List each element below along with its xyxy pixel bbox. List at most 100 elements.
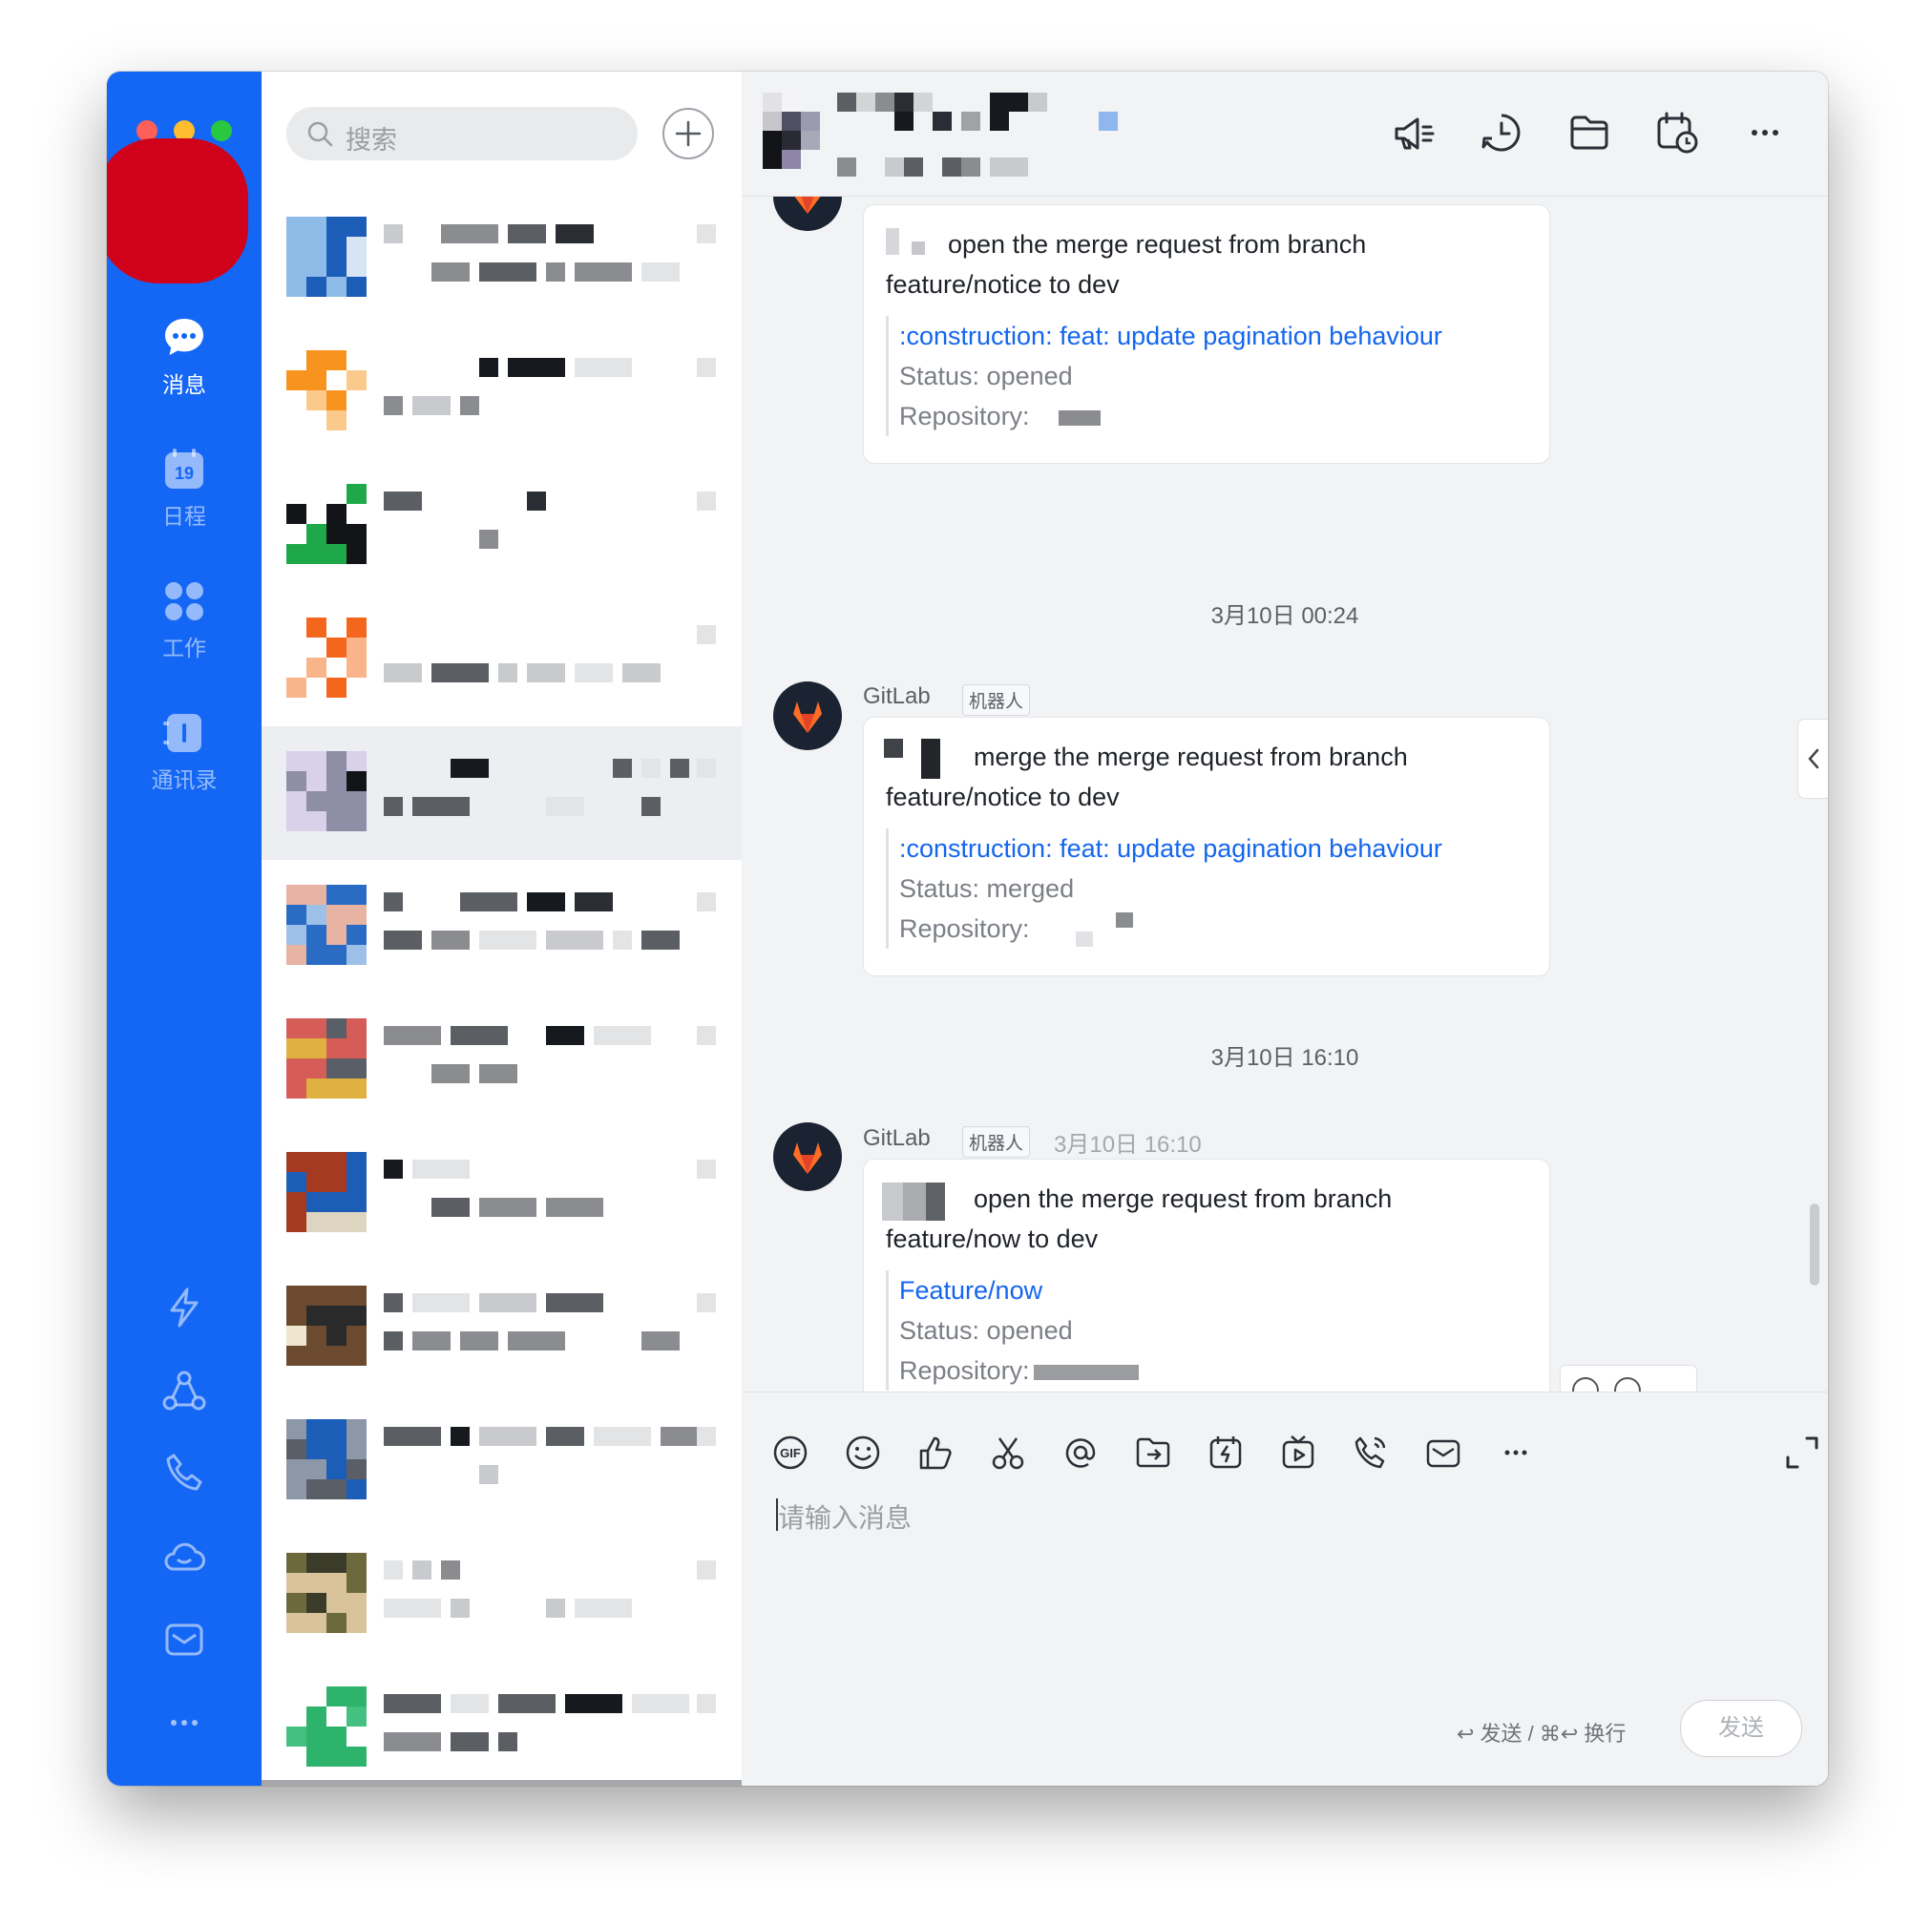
sender-name[interactable]: GitLab	[863, 683, 931, 710]
avatar-pixel	[326, 1306, 346, 1326]
message-input[interactable]: 请输入消息	[778, 1497, 912, 1536]
email-icon[interactable]	[1421, 1431, 1465, 1475]
conversation-item[interactable]	[262, 1127, 742, 1261]
avatar-pixel	[346, 350, 367, 370]
gitlab-avatar[interactable]	[773, 197, 842, 231]
message-reaction-bar[interactable]	[1560, 1365, 1697, 1392]
conversation-avatar	[286, 1419, 367, 1499]
avatar-pixel	[346, 277, 367, 297]
conversation-item[interactable]	[262, 459, 742, 593]
quick-action-icon[interactable]	[1204, 1431, 1248, 1475]
conversation-item[interactable]	[262, 325, 742, 459]
send-button[interactable]: 发送	[1680, 1700, 1802, 1757]
conversation-item[interactable]	[262, 1528, 742, 1662]
redacted-title-pixel	[1009, 157, 1028, 177]
redacted-text-block	[641, 1331, 680, 1350]
mr-link[interactable]: :construction: feat: update pagination b…	[899, 828, 1472, 869]
org-network-icon[interactable]	[160, 1367, 208, 1414]
schedule-icon[interactable]	[1652, 108, 1702, 157]
thumbs-up-icon[interactable]	[914, 1431, 957, 1475]
avatar-pixel	[326, 1172, 346, 1192]
conversation-item[interactable]	[262, 860, 742, 994]
conversation-item[interactable]	[262, 994, 742, 1127]
redacted-text-block	[451, 759, 489, 778]
announcement-icon[interactable]	[1389, 108, 1438, 157]
conversation-item[interactable]	[262, 192, 742, 325]
zoom-window-button[interactable]	[211, 120, 232, 141]
mail-icon[interactable]	[160, 1616, 208, 1664]
nav-item-work[interactable]: 工作	[107, 578, 262, 662]
avatar-pixel	[346, 1192, 367, 1212]
more-dots-icon[interactable]	[160, 1699, 208, 1747]
nav-item-messages[interactable]: 消息	[107, 315, 262, 399]
conversation-avatar	[286, 350, 367, 430]
avatar-pixel	[346, 1172, 367, 1192]
search-input[interactable]: 搜索	[286, 107, 638, 160]
gitlab-avatar[interactable]	[773, 681, 842, 750]
scissors-icon[interactable]	[986, 1431, 1030, 1475]
avatar-pixel	[286, 945, 306, 965]
avatar-pixel	[346, 237, 367, 257]
message-scrollbar[interactable]	[1810, 1204, 1819, 1286]
expand-icon[interactable]	[1780, 1431, 1824, 1475]
avatar-pixel	[306, 237, 326, 257]
message-card[interactable]: open the merge request from branch featu…	[863, 1159, 1550, 1392]
cloud-icon[interactable]	[160, 1533, 208, 1581]
at-mention-icon[interactable]	[1059, 1431, 1102, 1475]
emoji-reaction-icon[interactable]	[1566, 1371, 1605, 1392]
message-card[interactable]: merge the merge request from branch feat…	[863, 717, 1550, 976]
redacted-text-block	[546, 1026, 584, 1045]
message-text: merge the merge request from branch	[974, 743, 1408, 771]
mr-quote: :construction: feat: update pagination b…	[886, 316, 1472, 436]
mr-link[interactable]: Feature/now	[899, 1270, 1472, 1310]
voice-call-icon[interactable]	[1349, 1431, 1393, 1475]
gif-icon[interactable]: GIF	[768, 1431, 812, 1475]
more-icon[interactable]	[1652, 1371, 1690, 1392]
mr-link[interactable]: :construction: feat: update pagination b…	[899, 316, 1472, 356]
history-icon[interactable]	[1477, 108, 1526, 157]
avatar-pixel	[306, 1479, 326, 1499]
avatar-pixel	[306, 1192, 326, 1212]
avatar-pixel	[346, 1419, 367, 1439]
redacted-text-block	[431, 1198, 470, 1217]
lightning-icon[interactable]	[160, 1284, 208, 1331]
redacted-text-block	[412, 1331, 451, 1350]
conversation-item[interactable]	[262, 1662, 742, 1786]
redacted-text-block	[384, 396, 403, 415]
avatar-pixel	[326, 658, 346, 678]
nav-item-contacts[interactable]: 通讯录	[107, 710, 262, 794]
avatar-pixel	[286, 237, 306, 257]
more-icon[interactable]	[1740, 108, 1790, 157]
add-button[interactable]	[662, 108, 714, 159]
redacted-text-block	[594, 1026, 651, 1045]
redacted-text-block	[460, 396, 479, 415]
file-send-icon[interactable]	[1131, 1431, 1175, 1475]
message-card[interactable]: open the merge request from branch featu…	[863, 204, 1550, 464]
folder-icon[interactable]	[1564, 108, 1614, 157]
nav-item-calendar[interactable]: 19 日程	[107, 447, 262, 531]
message-text: open the merge request from branch	[948, 230, 1367, 259]
redacted-text-block	[661, 1427, 699, 1446]
redacted-time-block	[697, 892, 716, 911]
conversation-item[interactable]	[262, 726, 742, 860]
sender-name[interactable]: GitLab	[863, 1125, 931, 1152]
emoji-icon[interactable]	[841, 1431, 885, 1475]
phone-icon[interactable]	[160, 1450, 208, 1497]
user-avatar[interactable]	[107, 138, 248, 283]
conversation-item[interactable]	[262, 1394, 742, 1528]
side-panel-toggle[interactable]	[1797, 719, 1828, 799]
chat-header	[742, 72, 1828, 197]
more-icon[interactable]	[1494, 1431, 1538, 1475]
video-icon[interactable]	[1276, 1431, 1320, 1475]
gitlab-avatar[interactable]	[773, 1122, 842, 1191]
avatar-pixel	[326, 945, 346, 965]
message-time: 3月10日 16:10	[1054, 1132, 1202, 1158]
conversation-item[interactable]	[262, 593, 742, 726]
avatar-pixel	[346, 1727, 367, 1747]
avatar-pixel	[286, 1553, 306, 1573]
redacted-text-block	[575, 663, 613, 682]
quote-reply-icon[interactable]	[1608, 1371, 1647, 1392]
redacted-block	[884, 739, 903, 758]
conversation-item[interactable]	[262, 1261, 742, 1394]
redacted-text-block	[641, 759, 661, 778]
